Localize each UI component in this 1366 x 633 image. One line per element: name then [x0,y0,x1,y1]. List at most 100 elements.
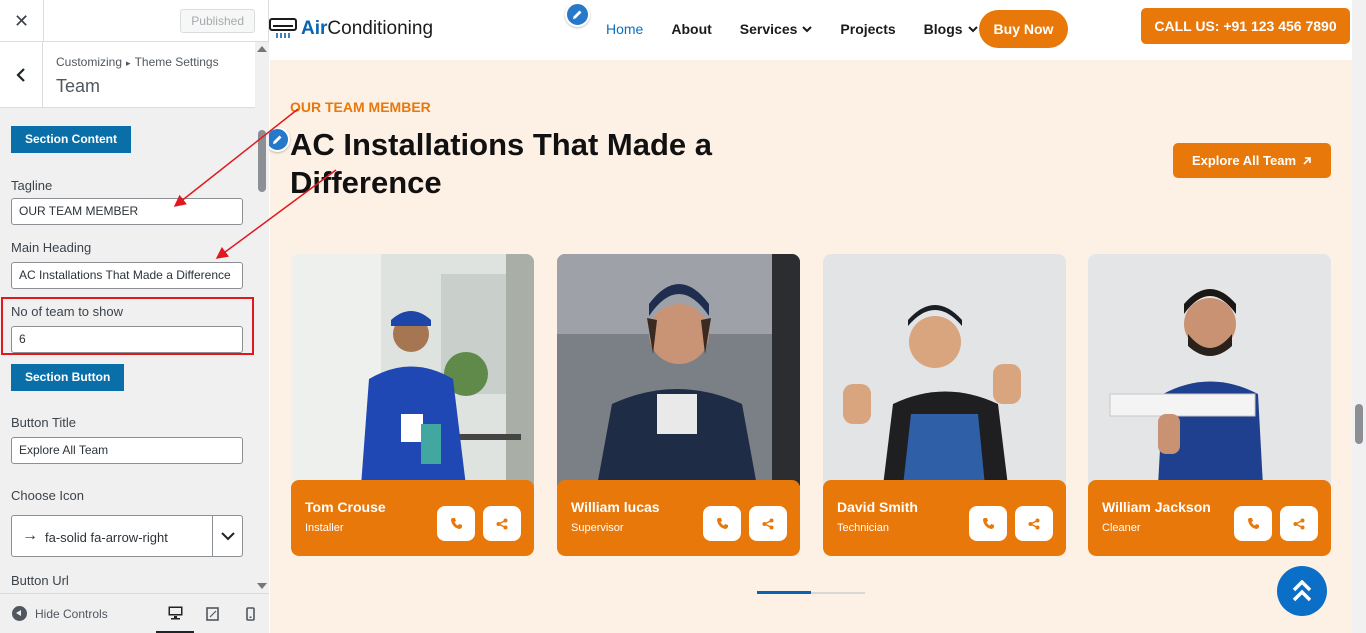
edit-shortcut-button[interactable] [565,2,590,27]
customizer-sidebar: ✕ Published Customizing ▸ Theme Settings T… [0,0,269,633]
team-member-role: Supervisor [571,522,624,534]
share-button[interactable] [749,506,787,541]
share-button[interactable] [1280,506,1318,541]
device-desktop-button[interactable] [156,594,194,633]
team-member-photo [823,254,1066,486]
team-member-role: Cleaner [1102,522,1141,534]
phone-button[interactable] [969,506,1007,541]
team-member-name: Tom Crouse [305,499,386,515]
panel-title: Team [56,76,101,96]
team-count-input[interactable]: 6 [11,326,243,353]
share-button[interactable] [483,506,521,541]
buy-now-button[interactable]: Buy Now [979,10,1068,48]
share-icon [1028,518,1040,529]
device-mobile-button[interactable] [231,594,269,633]
button-title-label: Button Title [11,415,77,430]
carousel-active-indicator [757,591,811,594]
section-content-button[interactable]: Section Content [11,126,131,153]
phone-button[interactable] [437,506,475,541]
team-member-name: William Jackson [1102,499,1211,515]
team-card[interactable]: William Jackson Cleaner [1088,254,1331,556]
hide-controls-label: Hide Controls [35,606,108,621]
published-button[interactable]: Published [180,9,255,33]
close-customizer-button[interactable]: ✕ [0,0,44,42]
team-count-label: No of team to show [11,304,123,319]
carousel-pagination[interactable] [757,591,865,594]
hide-controls-button[interactable]: Hide Controls [12,606,108,621]
phone-button[interactable] [1234,506,1272,541]
scroll-up-icon[interactable] [257,46,267,52]
breadcrumb-separator-icon: ▸ [126,58,131,68]
panel-header: Customizing ▸ Theme Settings Team [0,42,268,108]
icon-select[interactable]: → fa-solid fa-arrow-right [11,515,243,557]
team-member-name: David Smith [837,499,918,515]
tablet-icon [205,607,219,621]
air-conditioner-icon [269,18,297,38]
call-us-button[interactable]: CALL US: +91 123 456 7890 [1141,8,1350,44]
pencil-icon [573,10,582,19]
team-card-info: William Jackson Cleaner [1088,480,1331,556]
team-heading: AC Installations That Made a Difference [290,127,713,200]
choose-icon-label: Choose Icon [11,488,84,503]
phone-icon [450,518,462,529]
team-member-role: Installer [305,522,344,534]
arrow-up-right-icon [1303,156,1311,165]
team-card-info: William lucas Supervisor [557,480,800,556]
mobile-icon [245,607,255,621]
icon-select-value: fa-solid fa-arrow-right [45,530,168,545]
phone-button[interactable] [703,506,741,541]
phone-icon [1247,518,1259,529]
chevron-down-icon [967,25,978,32]
team-card-info: Tom Crouse Installer [291,480,534,556]
scrollbar-thumb[interactable] [258,130,266,192]
device-tablet-button[interactable] [193,594,231,633]
team-card-info: David Smith Technician [823,480,1066,556]
nav-blogs[interactable]: Blogs [924,21,978,37]
team-member-photo [291,254,534,486]
close-icon: ✕ [13,10,30,31]
customizer-footer: Hide Controls [0,593,269,633]
section-button-button[interactable]: Section Button [11,364,125,391]
chevron-down-icon[interactable] [212,516,242,556]
back-button[interactable] [0,42,43,108]
main-heading-label: Main Heading [11,240,92,255]
team-member-photo [1088,254,1331,486]
tagline-input[interactable]: OUR TEAM MEMBER [11,198,243,225]
desktop-icon [168,606,182,619]
nav-services[interactable]: Services [740,21,813,37]
button-url-label: Button Url [11,573,69,588]
scroll-to-top-button[interactable] [1277,566,1327,616]
edit-heading-shortcut[interactable] [269,127,290,152]
share-icon [762,518,774,529]
share-icon [496,518,508,529]
site-preview: AirConditioning Home About Services Proj… [269,0,1366,633]
main-heading-input[interactable]: AC Installations That Made a Difference [11,262,243,289]
explore-all-team-button[interactable]: Explore All Team [1173,143,1331,178]
collapse-icon [12,606,27,621]
double-chevron-up-icon [1292,580,1312,602]
nav-projects[interactable]: Projects [840,21,895,37]
preview-scrollbar[interactable] [1352,0,1366,633]
phone-icon [716,518,728,529]
site-logo[interactable]: AirConditioning [269,18,433,40]
phone-icon [982,518,994,529]
team-card[interactable]: Tom Crouse Installer [291,254,534,556]
panel-body: Section Content Tagline OUR TEAM MEMBER … [0,108,255,593]
team-card[interactable]: David Smith Technician [823,254,1066,556]
button-title-input[interactable]: Explore All Team [11,437,243,464]
logo-text: AirConditioning [301,18,434,39]
share-button[interactable] [1015,506,1053,541]
team-tagline: OUR TEAM MEMBER [290,99,431,115]
team-member-role: Technician [837,522,889,534]
sidebar-scrollbar[interactable] [255,42,269,593]
scroll-down-icon[interactable] [257,583,267,589]
explore-button-label: Explore All Team [1191,153,1297,168]
scrollbar-thumb[interactable] [1355,404,1363,444]
pencil-icon [273,135,282,144]
breadcrumb-item: Customizing [56,55,123,69]
nav-home[interactable]: Home [606,21,643,37]
team-card[interactable]: William lucas Supervisor [557,254,800,556]
main-nav: Home About Services Projects Blogs [606,21,1006,37]
nav-about[interactable]: About [671,21,711,37]
chevron-down-icon [802,25,813,32]
